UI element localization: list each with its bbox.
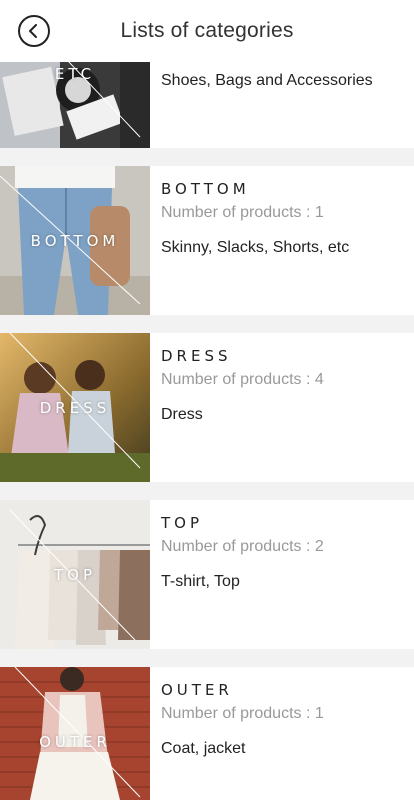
product-count: Number of products : 4 bbox=[161, 371, 324, 388]
category-name: BOTTOM bbox=[161, 180, 250, 198]
category-row-bottom[interactable]: BOTTOM BOTTOM Number of products : 1 Ski… bbox=[0, 166, 414, 315]
back-button[interactable] bbox=[18, 15, 50, 47]
product-count: Number of products : 1 bbox=[161, 204, 324, 221]
category-info: Shoes, Bags and Accessories bbox=[161, 62, 406, 148]
category-name: DRESS bbox=[161, 347, 232, 365]
category-row-outer[interactable]: OUTER OUTER Number of products : 1 Coat,… bbox=[0, 667, 414, 800]
category-info: BOTTOM Number of products : 1 Skinny, Sl… bbox=[161, 166, 406, 315]
thumbnail-label: TOP bbox=[53, 566, 96, 584]
category-info: OUTER Number of products : 1 Coat, jacke… bbox=[161, 667, 406, 800]
category-info: TOP Number of products : 2 T-shirt, Top bbox=[161, 500, 406, 649]
category-row-top[interactable]: TOP TOP Number of products : 2 T-shirt, … bbox=[0, 500, 414, 649]
app-header: Lists of categories bbox=[0, 0, 414, 62]
category-description: Shoes, Bags and Accessories bbox=[161, 72, 373, 89]
thumbnail-label: DRESS bbox=[39, 399, 111, 417]
category-description: Coat, jacket bbox=[161, 740, 246, 757]
category-description: Dress bbox=[161, 406, 203, 423]
thumbnail-label: ETC bbox=[54, 65, 96, 83]
category-name: OUTER bbox=[161, 681, 233, 699]
page-title: Lists of categories bbox=[120, 19, 294, 42]
category-row-etc[interactable]: ETC Shoes, Bags and Accessories bbox=[0, 62, 414, 148]
product-count: Number of products : 2 bbox=[161, 538, 324, 555]
product-count: Number of products : 1 bbox=[161, 705, 324, 722]
category-info: DRESS Number of products : 4 Dress bbox=[161, 333, 406, 482]
category-thumbnail: TOP bbox=[0, 500, 150, 649]
category-row-dress[interactable]: DRESS DRESS Number of products : 4 Dress bbox=[0, 333, 414, 482]
category-description: T-shirt, Top bbox=[161, 573, 240, 590]
category-thumbnail: ETC bbox=[0, 62, 150, 148]
category-name: TOP bbox=[161, 514, 204, 532]
category-thumbnail: OUTER bbox=[0, 667, 150, 800]
thumbnail-label: BOTTOM bbox=[30, 232, 120, 250]
category-thumbnail: DRESS bbox=[0, 333, 150, 482]
category-description: Skinny, Slacks, Shorts, etc bbox=[161, 239, 350, 256]
back-arrow-circle-icon bbox=[29, 24, 37, 38]
thumbnail-label: OUTER bbox=[39, 733, 111, 751]
category-thumbnail: BOTTOM bbox=[0, 166, 150, 315]
